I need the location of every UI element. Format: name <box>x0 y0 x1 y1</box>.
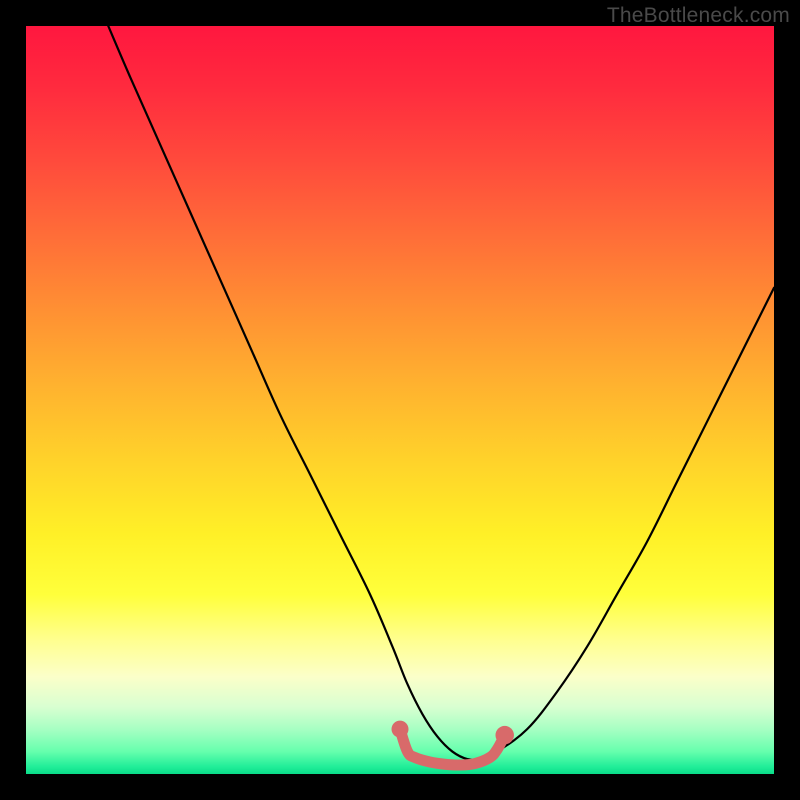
marker-group <box>392 721 514 745</box>
highlight-band <box>400 729 505 765</box>
bottleneck-curve <box>108 26 774 760</box>
outer-black-frame: TheBottleneck.com <box>0 0 800 800</box>
right-dot <box>495 726 513 744</box>
chart-svg <box>26 26 774 774</box>
left-dot <box>392 721 409 738</box>
plot-area <box>26 26 774 774</box>
watermark-text: TheBottleneck.com <box>607 4 790 28</box>
